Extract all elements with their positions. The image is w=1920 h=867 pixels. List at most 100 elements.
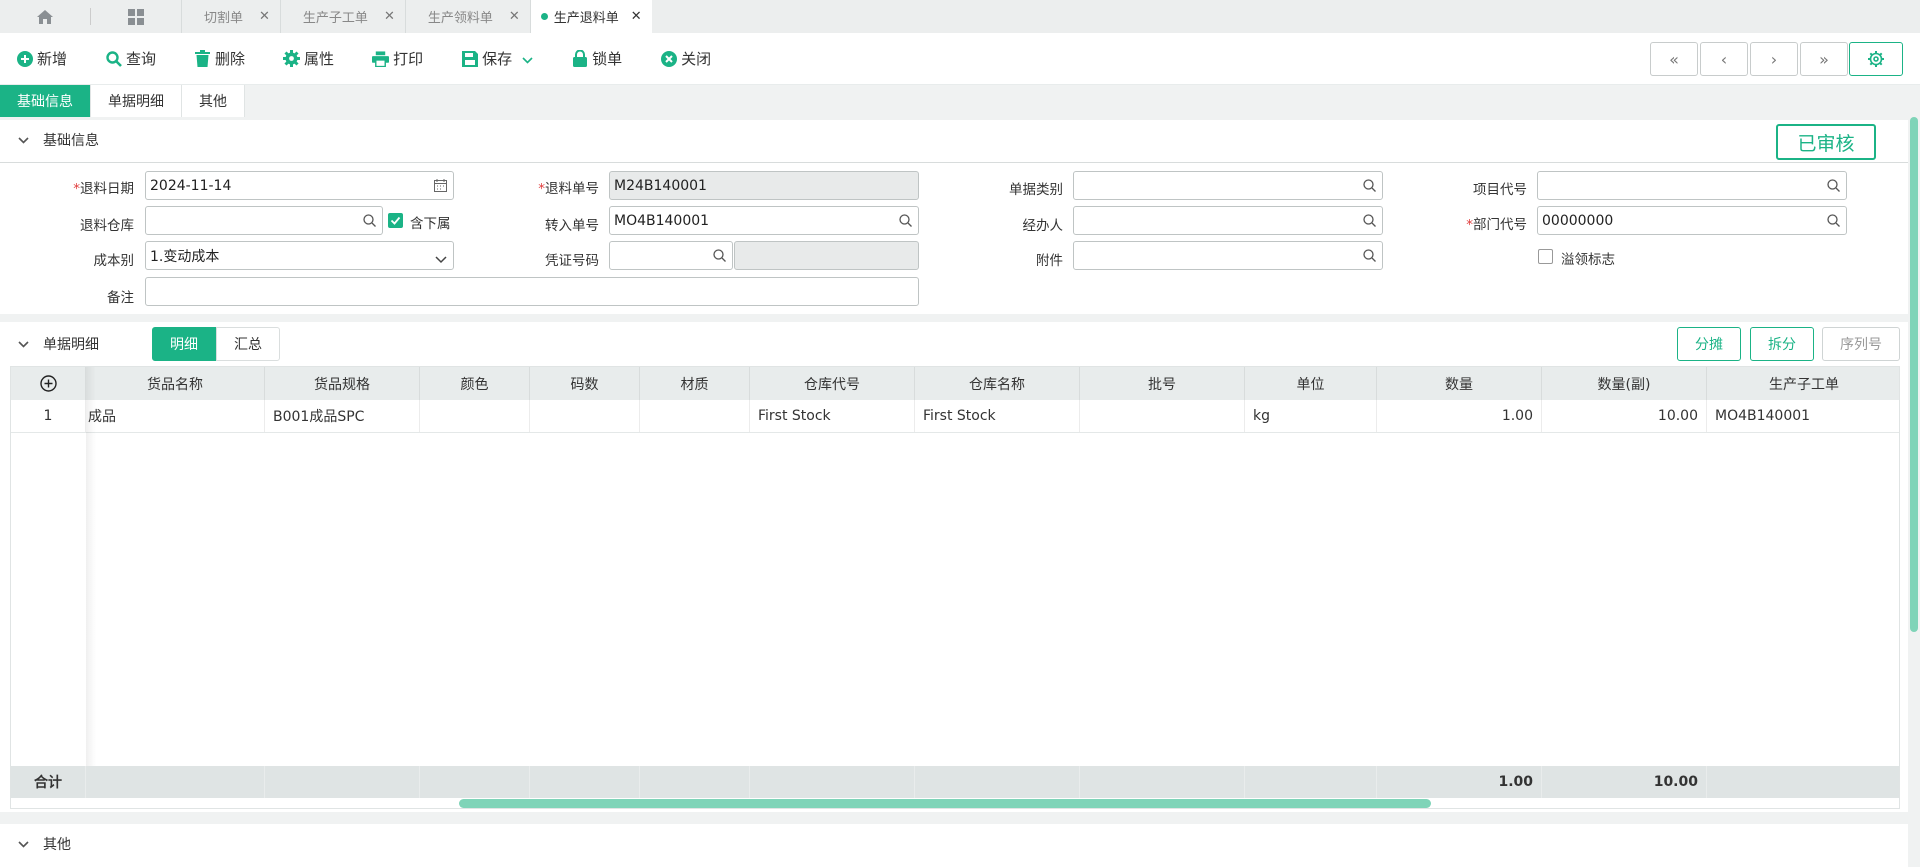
col-header[interactable]: 仓库代号	[750, 367, 915, 400]
cell-warehouse-name[interactable]: First Stock	[915, 400, 1080, 432]
basic-info-header[interactable]: 基础信息	[0, 120, 1908, 160]
return-no-label: *退料单号	[538, 181, 599, 197]
transfer-no-field[interactable]: MO4B140001	[609, 206, 919, 235]
cell-sub-work-order[interactable]: MO4B140001	[1707, 400, 1899, 432]
col-header[interactable]: 单位	[1245, 367, 1377, 400]
doc-type-field[interactable]	[1073, 171, 1383, 200]
properties-button[interactable]: 属性	[283, 48, 334, 69]
return-date-field[interactable]: 2024-11-14	[145, 171, 454, 200]
close-button[interactable]: 关闭	[660, 48, 711, 69]
calendar-icon[interactable]	[434, 179, 447, 196]
search-icon[interactable]	[1363, 179, 1376, 196]
tab-document-details[interactable]: 单据明细	[91, 85, 182, 117]
search-icon[interactable]	[1827, 214, 1840, 231]
tab-sub-work-order[interactable]: 生产子工单 ✕	[279, 0, 405, 33]
search-icon[interactable]	[1827, 179, 1840, 196]
apps-tab[interactable]	[91, 0, 181, 33]
handler-field[interactable]	[1073, 206, 1383, 235]
tab-other[interactable]: 其他	[182, 85, 245, 117]
new-button[interactable]: 新增	[16, 48, 67, 69]
tab-material-requisition[interactable]: 生产领料单 ✕	[404, 0, 530, 33]
cost-select[interactable]: 1.变动成本	[145, 241, 454, 270]
dept-code-field[interactable]: 00000000	[1537, 206, 1847, 235]
search-icon[interactable]	[899, 214, 912, 231]
col-header[interactable]: 批号	[1080, 367, 1245, 400]
table-row[interactable]: 1 成品 B001成品SPC First Stock First Stock k…	[11, 400, 1899, 433]
search-icon[interactable]	[1363, 214, 1376, 231]
footer-cell	[265, 766, 420, 798]
cell-color[interactable]	[420, 400, 530, 432]
warehouse-label: 退料仓库	[80, 218, 134, 234]
col-header[interactable]: 材质	[640, 367, 750, 400]
col-header[interactable]: 数量(副)	[1542, 367, 1707, 400]
save-button[interactable]: 保存	[461, 48, 533, 69]
tab-basic-info[interactable]: 基础信息	[0, 85, 91, 117]
close-icon[interactable]: ✕	[631, 9, 642, 24]
section-title: 其他	[43, 837, 71, 853]
allocate-button[interactable]: 分摊	[1677, 327, 1741, 361]
next-record-button[interactable]: ›	[1750, 42, 1798, 76]
footer-cell	[1707, 766, 1899, 798]
chevron-down-icon	[18, 836, 29, 852]
tab-material-return[interactable]: 生产退料单 ✕	[529, 0, 652, 33]
transfer-no-value: MO4B140001	[614, 212, 710, 229]
split-button[interactable]: 拆分	[1750, 327, 1814, 361]
close-icon[interactable]: ✕	[259, 9, 270, 24]
double-chevron-left-icon: «	[1669, 49, 1679, 69]
tab-cutting-order[interactable]: 切割单 ✕	[181, 0, 280, 33]
lock-button[interactable]: 锁单	[571, 48, 622, 69]
other-header[interactable]: 其他	[0, 824, 1908, 864]
print-button[interactable]: 打印	[372, 48, 423, 69]
overflow-flag-checkbox[interactable]	[1538, 249, 1553, 264]
include-sub-checkbox[interactable]	[388, 213, 403, 228]
search-icon[interactable]	[363, 214, 376, 231]
close-icon[interactable]: ✕	[384, 9, 395, 24]
new-label: 新增	[37, 50, 68, 68]
seg-detail[interactable]: 明细	[152, 327, 216, 361]
frozen-column-shadow	[86, 367, 96, 798]
basic-info-panel: 基础信息 已审核 *退料日期 2024-11-14 *退料单号 M24B1400…	[0, 120, 1908, 314]
settings-button[interactable]	[1849, 42, 1903, 76]
project-code-field[interactable]	[1537, 171, 1847, 200]
first-record-button[interactable]: «	[1650, 42, 1698, 76]
col-header[interactable]: 颜色	[420, 367, 530, 400]
voucher-field[interactable]	[609, 241, 733, 270]
cell-unit[interactable]: kg	[1245, 400, 1377, 432]
col-header[interactable]: 数量	[1377, 367, 1542, 400]
col-header[interactable]: 生产子工单	[1707, 367, 1899, 400]
search-icon[interactable]	[1363, 249, 1376, 266]
col-header[interactable]: 仓库名称	[915, 367, 1080, 400]
warehouse-field[interactable]	[145, 206, 383, 235]
remark-field[interactable]	[145, 277, 919, 306]
add-row-button[interactable]	[11, 367, 86, 400]
delete-button[interactable]: 删除	[194, 48, 245, 69]
close-icon[interactable]: ✕	[509, 9, 520, 24]
chevron-down-icon[interactable]	[522, 50, 533, 68]
cell-batch[interactable]	[1080, 400, 1245, 432]
cell-size[interactable]	[530, 400, 640, 432]
col-header[interactable]: 货品规格	[265, 367, 420, 400]
cell-warehouse-code[interactable]: First Stock	[750, 400, 915, 432]
cell-quantity-secondary[interactable]: 10.00	[1542, 400, 1707, 432]
cell-spec[interactable]: B001成品SPC	[265, 400, 420, 432]
col-header[interactable]: 货品名称	[86, 367, 265, 400]
voucher-detail-field	[734, 241, 919, 270]
serial-number-button[interactable]: 序列号	[1822, 327, 1900, 361]
search-icon[interactable]	[713, 249, 726, 266]
cell-material[interactable]	[640, 400, 750, 432]
home-tab[interactable]	[0, 0, 90, 33]
cell-quantity[interactable]: 1.00	[1377, 400, 1542, 432]
detail-grid: 货品名称 货品规格 颜色 码数 材质 仓库代号 仓库名称 批号 单位 数量 数量…	[10, 366, 1900, 809]
detail-header[interactable]: 单据明细	[0, 322, 1908, 365]
cell-name[interactable]: 成品	[86, 400, 265, 432]
return-no-field[interactable]: M24B140001	[609, 171, 919, 200]
last-record-button[interactable]: »	[1800, 42, 1848, 76]
attachment-field[interactable]	[1073, 241, 1383, 270]
col-header[interactable]: 码数	[530, 367, 640, 400]
prev-record-button[interactable]: ‹	[1700, 42, 1748, 76]
query-button[interactable]: 查询	[105, 48, 156, 69]
horizontal-scrollbar[interactable]	[459, 799, 1431, 808]
seg-summary[interactable]: 汇总	[216, 327, 280, 361]
vertical-scrollbar[interactable]	[1910, 117, 1918, 632]
footer-total-label: 合计	[11, 766, 86, 798]
